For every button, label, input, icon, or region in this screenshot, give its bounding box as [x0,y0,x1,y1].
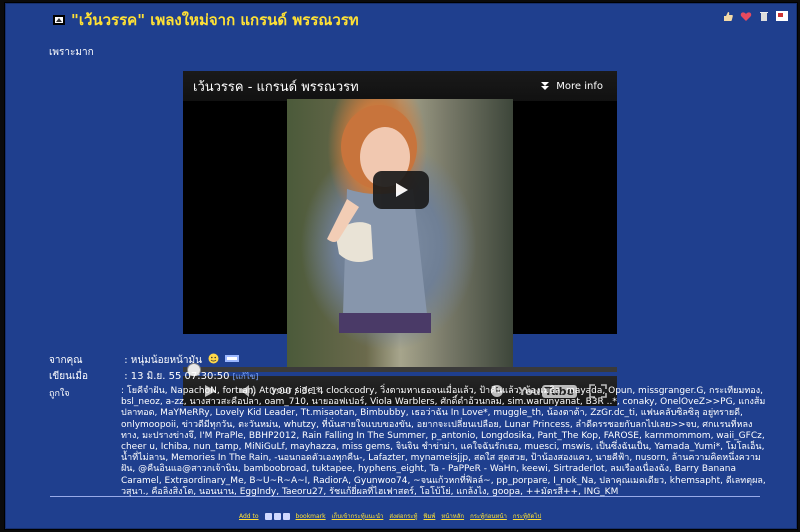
more-info-label: More info [556,80,603,92]
share-icon[interactable] [264,512,272,520]
from-label: จากคุณ [49,355,83,366]
report-icon[interactable] [775,9,789,23]
post-title: "เว้นวรรค" เพลงใหม่จาก แกรนด์ พรรณวรท [71,11,359,29]
add-to-link[interactable]: Add to [239,513,259,520]
divider [50,496,760,497]
footer-link-home[interactable]: หน้าหลัก [441,511,464,521]
play-button[interactable] [373,171,429,209]
trash-icon[interactable] [757,9,771,23]
video-header: เว้นวรรค - แกรนด์ พรรณวรท More info [183,71,617,101]
edit-link[interactable]: [แก้ไข] [233,372,259,381]
more-info-icon [541,82,550,90]
play-icon [396,183,408,197]
footer-link-print[interactable]: พิมพ์ [423,511,435,521]
footer-link-recommend[interactable]: เก็บเข้ากระทู้แนะนำ [332,511,384,521]
footer-link-next[interactable]: กระทู้ถัดไป [513,511,541,521]
from-value[interactable]: : หนุ่มน้อยหน้ามัน [124,353,202,368]
post-icon [51,12,67,28]
page-frame: "เว้นวรรค" เพลงใหม่จาก แกรนด์ พรรณวรท เพ… [4,2,798,530]
share-icon[interactable] [282,512,290,520]
footer-link-forward[interactable]: ส่งต่อกระทู้ [389,511,417,521]
footer-link-prev[interactable]: กระทู้ก่อนหน้า [470,511,507,521]
liked-label: ถูกใจ [49,389,70,399]
share-icons [264,512,290,520]
heart-icon[interactable] [739,9,753,23]
video-player[interactable]: เว้นวรรค - แกรนด์ พรรณวรท More info 0:00… [183,71,617,406]
footer-links: Add to bookmark เก็บเข้ากระทู้แนะนำ ส่งต… [239,511,541,521]
post-subtitle: เพราะมาก [49,47,94,58]
video-thumbnail[interactable] [287,99,513,367]
post-actions [721,9,789,23]
more-info-button[interactable]: More info [540,81,603,92]
date-label: เขียนเมื่อ [49,371,88,382]
post-title-row: "เว้นวรรค" เพลงใหม่จาก แกรนด์ พรรณวรท [51,9,359,31]
meta-date-row: เขียนเมื่อ : 13 มิ.ย. 55 07:30:50 [แก้ไข… [49,369,258,384]
meta-from-row: จากคุณ : หนุ่มน้อยหน้ามัน [49,353,240,368]
member-badge-icon [224,353,240,367]
liked-by-list: : โยคีจำฝัน, NapachoN, fortran, At your … [121,386,766,497]
smiley-icon [208,353,219,367]
share-icon[interactable] [273,512,281,520]
footer-link-bookmark[interactable]: bookmark [296,513,326,520]
thumb-up-icon[interactable] [721,9,735,23]
liked-by-row: ถูกใจ : โยคีจำฝัน, NapachoN, fortran, At… [49,386,769,498]
date-value: : 13 มิ.ย. 55 07:30:50 [124,371,230,382]
video-title[interactable]: เว้นวรรค - แกรนด์ พรรณวรท [193,76,359,97]
